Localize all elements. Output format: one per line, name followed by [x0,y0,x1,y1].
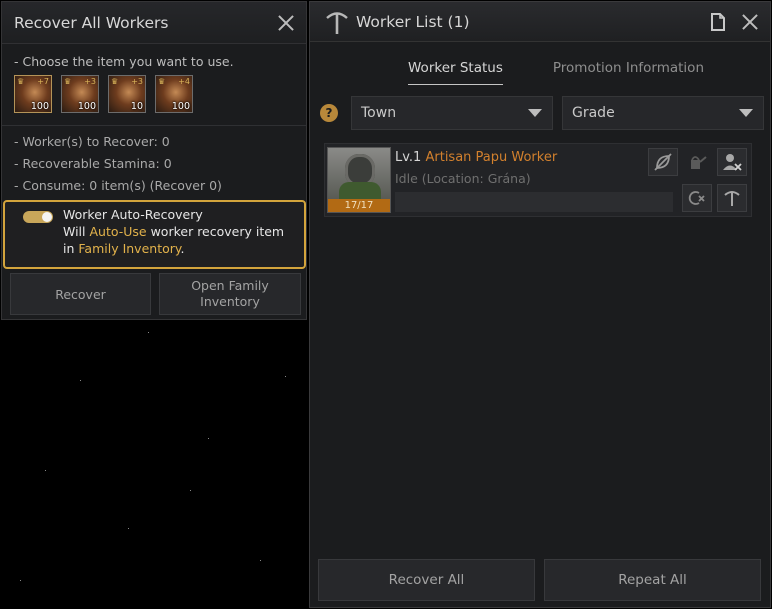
worker-title: Lv.1 Artisan Papu Worker [395,150,557,165]
item-grade: +7 [37,77,49,86]
tab-promotion-information[interactable]: Promotion Information [553,60,704,85]
close-icon[interactable] [276,13,296,33]
hide-worker-button[interactable] [648,148,678,176]
item-quantity: 100 [30,101,49,112]
auto-use-highlight: Auto-Use [89,224,147,239]
item-grade: +4 [178,77,190,86]
auto-recovery-toggle[interactable] [23,211,53,223]
town-dropdown-value: Town [361,105,397,121]
workers-to-recover: - Worker(s) to Recover: 0 [14,134,170,149]
recovery-item-slot-1[interactable]: ♛ +7 100 [14,75,52,113]
recovery-item-slot-4[interactable]: ♛ +4 100 [155,75,193,113]
worker-name: Artisan Papu Worker [425,150,558,165]
town-dropdown[interactable]: Town [351,96,553,130]
worker-task-bar [395,192,673,212]
consume-items: - Consume: 0 item(s) (Recover 0) [14,178,222,193]
help-icon[interactable]: ? [320,104,338,122]
crown-icon: ♛ [158,77,166,86]
item-quantity: 100 [77,101,96,112]
item-quantity: 100 [171,101,190,112]
recovery-item-slot-2[interactable]: ♛ +3 100 [61,75,99,113]
recover-panel-title: Recover All Workers [14,13,169,32]
watering-can-icon [691,156,707,169]
worker-status: Idle (Location: Grána) [395,171,531,186]
pickaxe-icon [724,191,740,206]
desc-text: Will [63,224,90,239]
leaf-hidden-icon [654,153,672,171]
background-starfield [0,320,310,609]
recovery-stats: - Worker(s) to Recover: 0 - Recoverable … [2,126,306,197]
grade-dropdown[interactable]: Grade [562,96,764,130]
chevron-down-icon [739,109,753,117]
crown-icon: ♛ [17,77,25,86]
recovery-item-list: ♛ +7 100 ♛ +3 100 ♛ +3 10 ♛ +4 100 [2,69,306,113]
recovery-item-slot-3[interactable]: ♛ +3 10 [108,75,146,113]
grade-dropdown-value: Grade [572,105,615,121]
item-grade: +3 [84,77,96,86]
worker-level: Lv.1 [395,150,422,165]
item-quantity: 10 [130,101,143,112]
repeat-cancel-icon [688,191,705,205]
recover-panel-buttons: Recover Open Family Inventory [10,273,301,315]
item-grade: +3 [131,77,143,86]
worker-list-title: Worker List (1) [356,12,470,31]
worker-stamina: 17/17 [328,199,390,212]
auto-recovery-title: Worker Auto-Recovery [63,207,203,222]
close-icon[interactable] [740,12,760,32]
desc-text: in [63,241,79,256]
person-remove-icon [723,154,742,171]
auto-recovery-desc-line2: in Family Inventory. [63,240,304,257]
choose-item-instruction: - Choose the item you want to use. [14,54,234,69]
worker-list-panel: Worker List (1) Worker Status Promotion … [309,1,771,608]
stop-repeat-button[interactable] [682,184,712,212]
crown-icon: ♛ [64,77,72,86]
worker-list-tabs: Worker Status Promotion Information [310,42,770,85]
worker-card[interactable]: 17/17 Lv.1 Artisan Papu Worker Idle (Loc… [324,143,752,217]
worker-auto-recovery-box: Worker Auto-Recovery Will Auto-Use worke… [3,200,306,269]
recoverable-stamina: - Recoverable Stamina: 0 [14,156,172,171]
family-inventory-highlight: Family Inventory [78,241,181,256]
repeat-all-button[interactable]: Repeat All [544,559,761,601]
chevron-down-icon [528,109,542,117]
worker-list-buttons: Recover All Repeat All [318,559,761,601]
desc-text: worker recovery item [146,224,285,239]
auto-recovery-desc-line1: Will Auto-Use worker recovery item [63,223,304,240]
open-family-inventory-button[interactable]: Open Family Inventory [159,273,301,315]
feed-worker-button[interactable] [682,148,712,176]
fire-worker-button[interactable] [717,148,747,176]
tab-worker-status[interactable]: Worker Status [408,60,503,85]
pickaxe-icon [326,11,348,34]
desc-text: . [180,241,185,256]
worker-list-header: Worker List (1) [310,2,770,42]
recover-all-workers-panel: Recover All Workers - Choose the item yo… [1,1,307,320]
crown-icon: ♛ [111,77,119,86]
recover-panel-header: Recover All Workers [2,2,306,44]
recover-button[interactable]: Recover [10,273,151,315]
worker-filters: ? Town Grade [320,96,764,130]
recover-all-button[interactable]: Recover All [318,559,535,601]
worker-portrait: 17/17 [327,147,391,213]
assign-work-button[interactable] [717,184,747,212]
document-icon[interactable] [710,12,726,31]
